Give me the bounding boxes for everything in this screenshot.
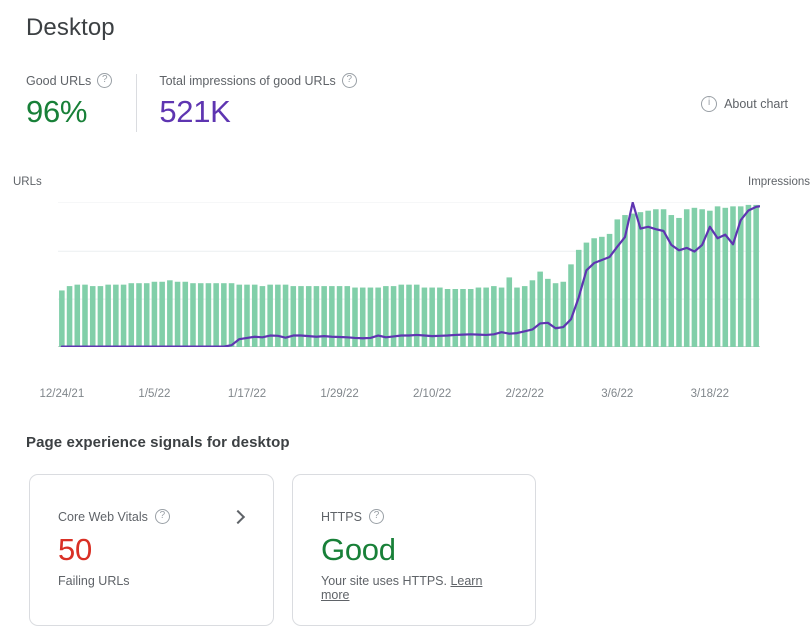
- signals-cards: Core Web Vitals 50 Failing URLs HTTPS Go…: [29, 474, 536, 626]
- about-chart-button[interactable]: About chart: [701, 96, 788, 112]
- help-icon[interactable]: [368, 509, 384, 524]
- info-icon: [701, 96, 718, 112]
- metric-good-urls-value: 96%: [26, 94, 88, 129]
- metric-good-urls-label: Good URLs: [26, 73, 92, 88]
- x-axis-tick: 1/17/22: [227, 388, 267, 400]
- x-axis-tick: 3/18/22: [690, 388, 730, 400]
- about-chart-label: About chart: [724, 97, 788, 111]
- x-axis-tick: 12/24/21: [39, 388, 85, 400]
- right-axis-title: Impressions: [748, 176, 810, 188]
- card-core-web-vitals-value: 50: [58, 532, 92, 567]
- card-https[interactable]: HTTPS Good Your site uses HTTPS. Learn m…: [292, 474, 536, 626]
- metric-divider: [136, 74, 138, 132]
- card-core-web-vitals-sub: Failing URLs: [58, 574, 130, 588]
- x-axis-tick: 1/5/22: [138, 388, 171, 400]
- metric-good-urls-label-row: Good URLs: [26, 72, 113, 89]
- metric-impressions: Total impressions of good URLs 521K: [159, 72, 357, 132]
- metric-good-urls: Good URLs 96%: [26, 72, 113, 132]
- page-title: Desktop: [26, 14, 115, 41]
- x-axis-tick: 2/10/22: [412, 388, 452, 400]
- help-icon[interactable]: [341, 73, 357, 88]
- card-https-head: HTTPS: [321, 509, 507, 524]
- signals-section-title: Page experience signals for desktop: [26, 434, 290, 451]
- card-https-sub: Your site uses HTTPS. Learn more: [321, 574, 507, 602]
- metric-impressions-label: Total impressions of good URLs: [159, 73, 336, 88]
- page-root: Desktop Good URLs 96% Total impressions …: [0, 0, 812, 637]
- card-https-value: Good: [321, 532, 396, 567]
- performance-chart: URLs Impressions 100%66%33%0%24K16K8K0 1…: [0, 170, 812, 400]
- summary-metrics: Good URLs 96% Total impressions of good …: [26, 72, 357, 132]
- x-axis-tick: 3/6/22: [601, 388, 634, 400]
- left-axis-title: URLs: [13, 176, 42, 188]
- card-core-web-vitals-head: Core Web Vitals: [58, 509, 246, 524]
- card-https-sub-text: Your site uses HTTPS.: [321, 574, 451, 588]
- metric-impressions-label-row: Total impressions of good URLs: [159, 72, 357, 89]
- card-https-label: HTTPS: [321, 509, 362, 524]
- x-axis-tick: 1/29/22: [320, 388, 359, 400]
- help-icon[interactable]: [154, 509, 170, 524]
- metric-impressions-value: 521K: [159, 94, 231, 129]
- chart-plot-area[interactable]: 100%66%33%0%24K16K8K0 12/24/211/5/221/17…: [39, 202, 760, 400]
- chevron-right-icon[interactable]: [230, 509, 246, 524]
- help-icon[interactable]: [97, 73, 113, 88]
- x-axis-tick: 2/22/22: [505, 388, 544, 400]
- chart-svg: [58, 202, 760, 347]
- card-core-web-vitals-label: Core Web Vitals: [58, 509, 148, 524]
- card-core-web-vitals[interactable]: Core Web Vitals 50 Failing URLs: [29, 474, 274, 626]
